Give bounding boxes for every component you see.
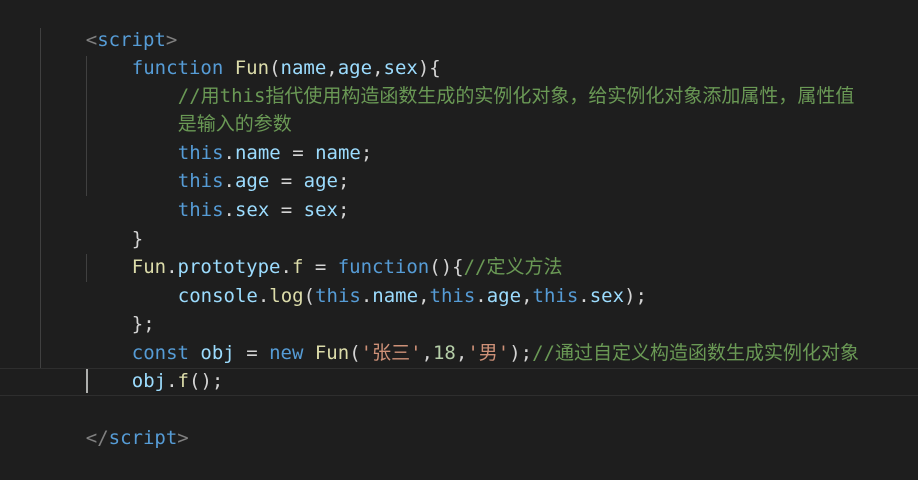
token: ); [624, 285, 647, 307]
token: , [455, 342, 468, 364]
token: . [475, 285, 487, 307]
code-line[interactable]: //用this指代使用构造函数生成的实例化对象，给实例化对象添加属性，属性值 [132, 54, 855, 107]
token: ( [303, 285, 316, 307]
keyword: this [532, 285, 579, 307]
indent-guide [40, 28, 41, 394]
code-line[interactable]: </script> [40, 396, 189, 449]
comment: //通过自定义构造函数生成实例化对象 [532, 342, 859, 364]
property: name [372, 285, 419, 307]
token: . [257, 285, 270, 307]
variable: sex [303, 199, 338, 221]
number: 18 [432, 342, 456, 364]
token: . [166, 370, 178, 392]
token: . [360, 285, 373, 307]
code-line[interactable]: console.log(this.name,this.age,this.sex)… [132, 254, 647, 307]
string: '张三' [360, 342, 422, 364]
token: . [578, 285, 590, 307]
keyword: this [177, 199, 224, 221]
tag-name: script [108, 427, 178, 449]
variable: obj [131, 370, 167, 392]
keyword: this [315, 285, 361, 307]
code-line[interactable]: obj.f(); [86, 339, 224, 392]
token: (); [189, 370, 224, 392]
code-line[interactable]: const obj = new Fun('张三',18,'男');//通过自定义… [86, 311, 859, 364]
token: . [223, 199, 235, 221]
keyword: this [429, 285, 476, 307]
function-name: Fun [314, 342, 350, 364]
method-name: log [269, 285, 304, 307]
token: = [269, 199, 304, 221]
code-line[interactable]: this.name = name; [132, 111, 373, 164]
code-line[interactable]: function Fun(name,age,sex){ [86, 26, 441, 79]
token: ( [349, 342, 361, 364]
token: , [521, 285, 533, 307]
tag-bracket: > [177, 427, 189, 449]
token: = [234, 342, 270, 364]
code-line[interactable]: <script> [40, 0, 178, 51]
token: ; [360, 142, 373, 164]
object: console [177, 285, 258, 307]
tag-bracket: </ [85, 427, 109, 449]
method-name: f [177, 370, 189, 392]
property: sex [234, 199, 270, 221]
code-line[interactable]: 是输入的参数 [132, 82, 292, 135]
string: '男' [467, 342, 510, 364]
code-editor[interactable]: <script> function Fun(name,age,sex){ //用… [0, 0, 918, 449]
code-line[interactable]: Fun.prototype.f = function(){//定义方法 [86, 225, 563, 278]
text-cursor [86, 369, 88, 393]
token: , [418, 285, 430, 307]
keyword: new [269, 342, 304, 364]
token: ); [509, 342, 533, 364]
code-line[interactable]: this.sex = sex; [132, 168, 350, 221]
code-line[interactable]: }; [86, 282, 155, 335]
token: , [421, 342, 433, 364]
property: sex [589, 285, 625, 307]
token: ; [337, 199, 350, 221]
code-line[interactable]: this.age = age; [132, 139, 350, 192]
code-line[interactable]: } [86, 197, 143, 250]
property: age [486, 285, 522, 307]
